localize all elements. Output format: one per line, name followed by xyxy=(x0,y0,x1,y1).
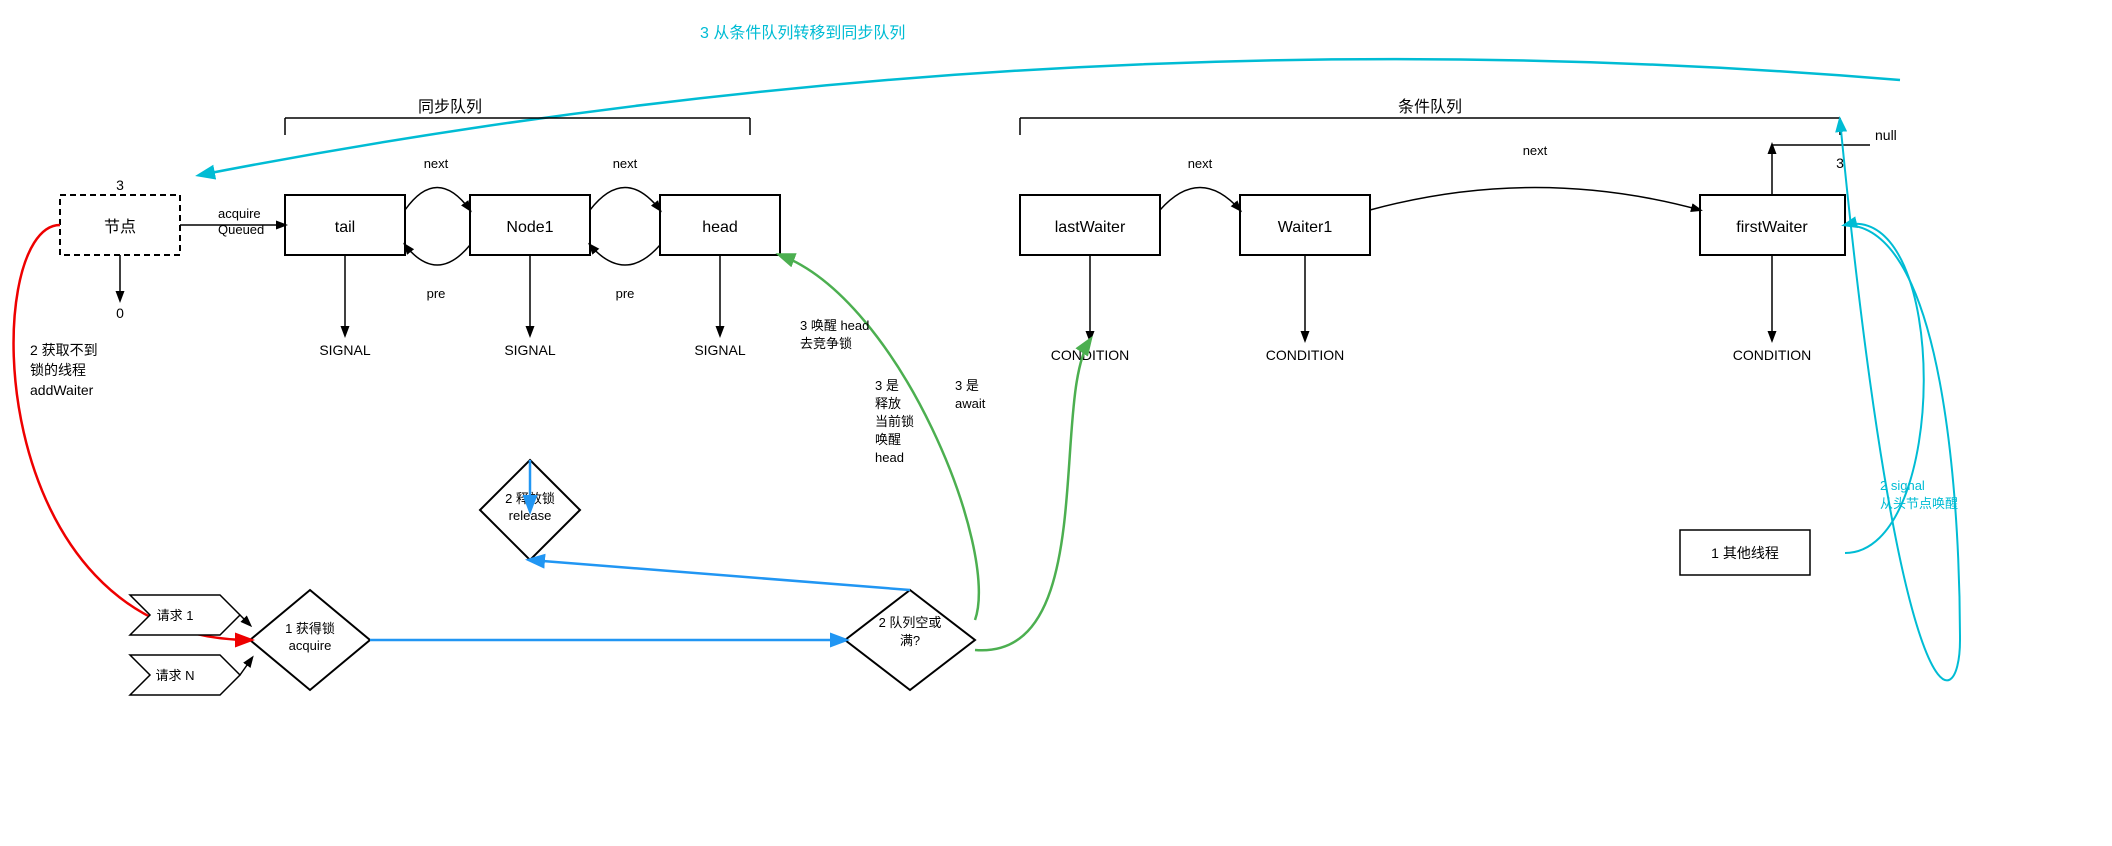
req1-to-acquire xyxy=(240,615,250,625)
reqN-label: 请求 N xyxy=(155,668,194,683)
tail-signal-label: SIGNAL xyxy=(319,342,371,358)
head-label: head xyxy=(702,219,738,236)
queue-empty-label: 2 队列空或 xyxy=(879,615,942,630)
get-lock-fail-label: 2 获取不到 xyxy=(30,342,98,358)
tail-label: tail xyxy=(335,219,355,236)
queue-empty-label2: 满? xyxy=(900,633,920,648)
next3-label: next xyxy=(1188,156,1213,171)
last-waiter-label: lastWaiter xyxy=(1055,219,1126,236)
reqN-to-acquire xyxy=(240,658,252,675)
next4-label: next xyxy=(1523,143,1548,158)
top-arc xyxy=(200,59,1900,175)
condition1-label: CONDITION xyxy=(1051,347,1130,363)
signal-label2: 从头节点唤醒 xyxy=(1880,496,1958,511)
condition2-label: CONDITION xyxy=(1266,347,1345,363)
last-waiter1-arrow xyxy=(1160,188,1240,211)
node1-signal-label: SIGNAL xyxy=(504,342,556,358)
acquire-label: 1 获得锁 xyxy=(285,621,335,636)
req1-label: 请求 1 xyxy=(157,608,194,623)
head-node1-pre xyxy=(590,245,660,265)
acquire-label2: acquire xyxy=(289,638,332,653)
next2-label: next xyxy=(613,156,638,171)
head-signal-label: SIGNAL xyxy=(694,342,746,358)
release-label2: release xyxy=(509,508,552,523)
release-head-label4: 唤醒 xyxy=(875,432,901,447)
node-label: 节点 xyxy=(104,218,136,236)
sync-queue-label: 同步队列 xyxy=(418,98,482,116)
red-arc-node-acquire xyxy=(14,225,250,640)
pre1-label: pre xyxy=(616,286,635,301)
tail-node1-arrow xyxy=(405,188,470,211)
is-await-label2: await xyxy=(955,396,986,411)
pre2-label: pre xyxy=(427,286,446,301)
next1-label: next xyxy=(424,156,449,171)
node1-tail-pre xyxy=(405,245,470,265)
condition3-label: CONDITION xyxy=(1733,347,1812,363)
waiter1-first-arrow xyxy=(1370,188,1700,211)
first-waiter-label: firstWaiter xyxy=(1736,219,1808,236)
acquire-queued-label: acquire xyxy=(218,206,261,221)
is-await-label: 3 是 xyxy=(955,378,979,393)
get-lock-fail-label2: 锁的线程 xyxy=(30,362,86,378)
three-above-node: 3 xyxy=(116,177,124,193)
release-head-label5: head xyxy=(875,450,904,465)
wake-head-label2: 去竞争锁 xyxy=(800,336,852,351)
other-thread-label: 1 其他线程 xyxy=(1711,545,1779,561)
null-label: null xyxy=(1875,127,1897,143)
release-head-label: 3 是 xyxy=(875,378,899,393)
queue-release-line xyxy=(530,560,910,590)
node1-head-arrow xyxy=(590,188,660,211)
zero-label: 0 xyxy=(116,305,124,321)
node1-label: Node1 xyxy=(506,219,553,236)
release-head-label3: 当前锁 xyxy=(875,414,914,429)
waiter1-label: Waiter1 xyxy=(1278,219,1333,236)
add-waiter-label: addWaiter xyxy=(30,382,94,398)
top-arc-label: 3 从条件队列转移到同步队列 xyxy=(700,24,905,42)
cond-queue-label: 条件队列 xyxy=(1398,98,1462,116)
cyan-right-arc xyxy=(1840,120,1960,680)
queue-to-last-waiter-green xyxy=(975,340,1090,650)
release-head-label2: 释放 xyxy=(875,396,901,411)
wake-head-label: 3 唤醒 head xyxy=(800,318,869,333)
